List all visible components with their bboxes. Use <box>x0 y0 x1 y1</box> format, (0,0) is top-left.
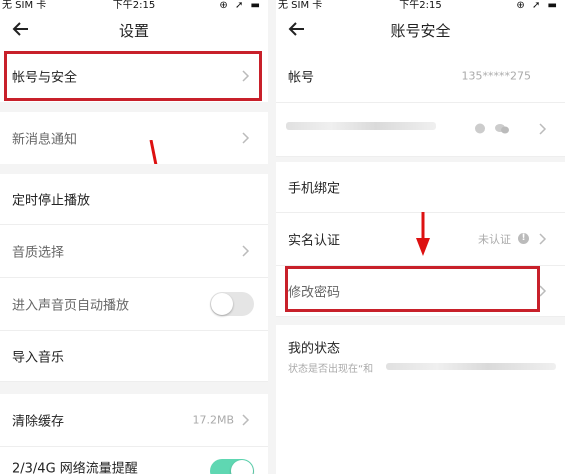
nav-bar: 账号安全 <box>276 14 565 46</box>
row-phone-binding[interactable]: 手机绑定 <box>276 162 565 213</box>
toggle-knob <box>231 460 253 474</box>
settings-screen: 无 SIM 卡 下午2:15 ⊕ ➚ ▬ 设置 帐号与安全 新消息通知 定时停止… <box>0 0 268 474</box>
section-gap <box>0 164 268 174</box>
blurred-content <box>386 363 556 370</box>
account-value: 135*****275 <box>461 69 532 83</box>
panel-divider <box>268 0 276 474</box>
qq-icon <box>475 123 485 134</box>
row-notification[interactable]: 新消息通知 <box>0 112 268 165</box>
cache-size: 17.2MB <box>192 413 234 427</box>
chevron-right-icon <box>539 233 547 245</box>
row-label: 清除缓存 <box>12 414 65 430</box>
data-alert-toggle[interactable] <box>210 459 254 474</box>
row-label: 帐号与安全 <box>12 70 78 86</box>
page-title: 设置 <box>118 22 149 40</box>
chevron-right-icon <box>242 132 250 144</box>
account-security-screen: 无 SIM 卡 下午2:15 ⊕ ➚ ▬ 账号安全 帐号 135*****275… <box>276 0 565 474</box>
section-gap <box>276 317 565 325</box>
status-bar: 无 SIM 卡 下午2:15 ⊕ ➚ ▬ <box>276 0 565 12</box>
chevron-right-icon <box>242 245 250 257</box>
row-label: 我的状态 <box>288 341 341 357</box>
red-annotation-arrow <box>416 212 430 256</box>
chevron-right-icon <box>539 285 547 297</box>
row-label: 2/3/4G 网络流量提醒 <box>12 461 138 474</box>
row-label: 进入声音页自动播放 <box>12 298 130 314</box>
row-label: 修改密码 <box>288 285 341 301</box>
page-title: 账号安全 <box>390 22 451 40</box>
real-name-status: 未认证 <box>478 233 511 246</box>
section-gap <box>0 102 268 112</box>
row-sound-quality[interactable]: 音质选择 <box>0 225 268 278</box>
battery-icon: ⊕ ➚ ▬ <box>219 0 262 11</box>
row-label: 实名认证 <box>288 233 341 249</box>
wechat-icon <box>495 124 509 134</box>
row-change-password[interactable]: 修改密码 <box>276 266 565 317</box>
row-import-music[interactable]: 导入音乐 <box>0 331 268 382</box>
row-label: 导入音乐 <box>12 350 65 366</box>
blurred-content <box>286 122 436 130</box>
row-my-status[interactable]: 我的状态 状态是否出现在“和 <box>276 325 565 385</box>
row-data-alert: 2/3/4G 网络流量提醒 <box>0 447 268 474</box>
warning-icon: ! <box>518 233 529 244</box>
row-account-security[interactable]: 帐号与安全 <box>0 50 268 103</box>
row-label: 帐号 <box>288 70 315 86</box>
row-label: 手机绑定 <box>288 181 341 197</box>
chevron-right-icon <box>242 70 250 82</box>
row-label: 新消息通知 <box>12 132 78 148</box>
chevron-right-icon <box>539 123 547 135</box>
chevron-right-icon <box>242 414 250 426</box>
my-status-subtitle: 状态是否出现在“和 <box>288 364 374 375</box>
row-label: 音质选择 <box>12 245 65 261</box>
nav-bar: 设置 <box>0 14 268 46</box>
row-label: 定时停止播放 <box>12 193 91 209</box>
section-gap <box>0 382 268 394</box>
row-sleep-timer[interactable]: 定时停止播放 <box>0 174 268 225</box>
row-linked-accounts[interactable] <box>276 102 565 157</box>
toggle-knob <box>211 293 233 315</box>
auto-play-toggle[interactable] <box>210 292 254 316</box>
row-clear-cache[interactable]: 清除缓存 17.2MB <box>0 394 268 447</box>
status-bar: 无 SIM 卡 下午2:15 ⊕ ➚ ▬ <box>0 0 268 12</box>
row-auto-play: 进入声音页自动播放 <box>0 278 268 331</box>
battery-icon: ⊕ ➚ ▬ <box>516 0 559 11</box>
screenshot-root: 无 SIM 卡 下午2:15 ⊕ ➚ ▬ 设置 帐号与安全 新消息通知 定时停止… <box>0 0 565 474</box>
row-account: 帐号 135*****275 <box>276 50 565 103</box>
